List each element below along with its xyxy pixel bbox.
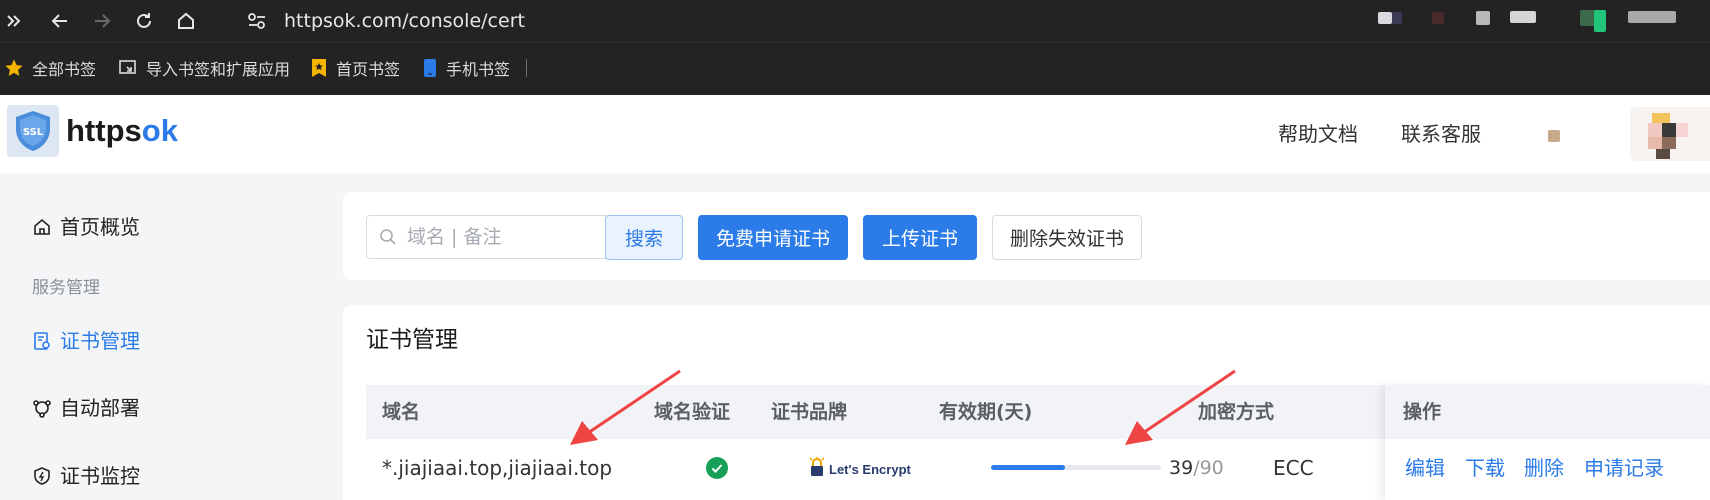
bookmark-icon (312, 59, 326, 77)
mobile-icon (424, 59, 436, 77)
search-button[interactable]: 搜索 (605, 215, 683, 260)
back-icon[interactable] (46, 7, 74, 35)
upload-cert-button[interactable]: 上传证书 (863, 215, 977, 260)
extension-icon[interactable] (1594, 10, 1606, 32)
padlock-icon (809, 457, 825, 476)
search-toolbar: 搜索 免费申请证书 上传证书 删除失效证书 (343, 192, 1710, 280)
verified-check-icon (706, 457, 728, 479)
row-actions: 编辑 下载 删除 申请记录 (1385, 443, 1710, 495)
column-domain[interactable]: 域名 (382, 400, 420, 424)
extension-icon[interactable] (1392, 12, 1402, 24)
forward-icon[interactable] (88, 7, 116, 35)
apply-free-cert-button[interactable]: 免费申请证书 (698, 215, 848, 260)
download-link[interactable]: 下载 (1465, 455, 1505, 481)
edit-link[interactable]: 编辑 (1405, 455, 1445, 481)
column-validity[interactable]: 有效期(天) (939, 400, 1032, 424)
deploy-icon (33, 400, 51, 418)
validity-progress-fill (991, 465, 1065, 470)
brand-logo[interactable]: httpsok (66, 111, 178, 151)
browser-toolbar: httpsok.com/console/cert (0, 0, 1710, 42)
reload-icon[interactable] (130, 7, 158, 35)
address-bar[interactable]: httpsok.com/console/cert (284, 8, 525, 34)
delete-invalid-certs-button[interactable]: 删除失效证书 (992, 215, 1142, 260)
sidebar-item-cert-management[interactable]: 证书管理 (32, 328, 140, 354)
sidebar-item-cert-monitor[interactable]: 证书监控 (32, 463, 140, 489)
bookmarks-divider (526, 59, 527, 77)
table-header-ops: 操作 (1385, 385, 1710, 439)
search-field[interactable] (407, 226, 627, 248)
sidebar-toggle-icon[interactable] (0, 7, 28, 35)
annotation-arrow-icon (570, 369, 681, 445)
encryption-type: ECC (1273, 456, 1314, 480)
svg-text:SSL: SSL (23, 127, 44, 138)
brand-logo-lets-encrypt: Let's Encrypt (809, 457, 911, 477)
sidebar-group-label: 服务管理 (32, 278, 100, 298)
bookmark-all[interactable]: 全部书签 (4, 56, 96, 80)
bookmark-mobile[interactable]: 手机书签 (422, 56, 510, 80)
page-title: 证书管理 (366, 327, 458, 353)
avatar[interactable] (1630, 107, 1710, 161)
search-icon (380, 229, 396, 245)
import-icon (119, 60, 136, 74)
nav-contact-support[interactable]: 联系客服 (1401, 121, 1481, 147)
delete-link[interactable]: 删除 (1524, 455, 1564, 481)
sidebar-item-overview[interactable]: 首页概览 (32, 214, 140, 240)
extension-icon[interactable] (1510, 11, 1536, 23)
shield-icon (34, 467, 50, 485)
cert-domain[interactable]: *.jiajiaai.top,jiajiaai.top (382, 455, 612, 481)
home-icon (34, 218, 50, 235)
annotation-arrow-icon (1125, 369, 1236, 445)
extension-icon[interactable] (1476, 11, 1490, 25)
extension-icon[interactable] (1432, 12, 1444, 24)
validity-days: 39/90 (1169, 457, 1224, 479)
notification-icon[interactable] (1548, 130, 1560, 142)
apply-record-link[interactable]: 申请记录 (1584, 455, 1664, 481)
validity-progress-bar (991, 465, 1161, 470)
operations-column: 操作 编辑 下载 删除 申请记录 (1385, 385, 1710, 500)
certificate-icon (34, 332, 50, 350)
home-icon[interactable] (172, 7, 200, 35)
column-actions: 操作 (1403, 401, 1442, 423)
column-cert-brand[interactable]: 证书品牌 (771, 400, 847, 424)
sidebar-item-auto-deploy[interactable]: 自动部署 (32, 395, 140, 421)
nav-help-docs[interactable]: 帮助文档 (1278, 121, 1358, 147)
star-icon (5, 59, 23, 76)
bookmark-home[interactable]: 首页书签 (310, 56, 400, 80)
app-header: SSL httpsok 帮助文档 联系客服 (0, 95, 1710, 173)
ssl-logo-icon[interactable]: SSL (7, 105, 59, 157)
sidebar: 首页概览 服务管理 证书管理 自动部署 证书监控 (0, 173, 342, 500)
cert-table-card: 证书管理 域名 域名验证 证书品牌 有效期(天) 加密方式 *.jiajiaai… (343, 305, 1710, 500)
extension-icon[interactable] (1378, 12, 1392, 24)
site-info-icon[interactable] (246, 10, 268, 32)
bookmark-import[interactable]: 导入书签和扩展应用 (118, 56, 290, 80)
profile-icon[interactable] (1628, 11, 1676, 23)
